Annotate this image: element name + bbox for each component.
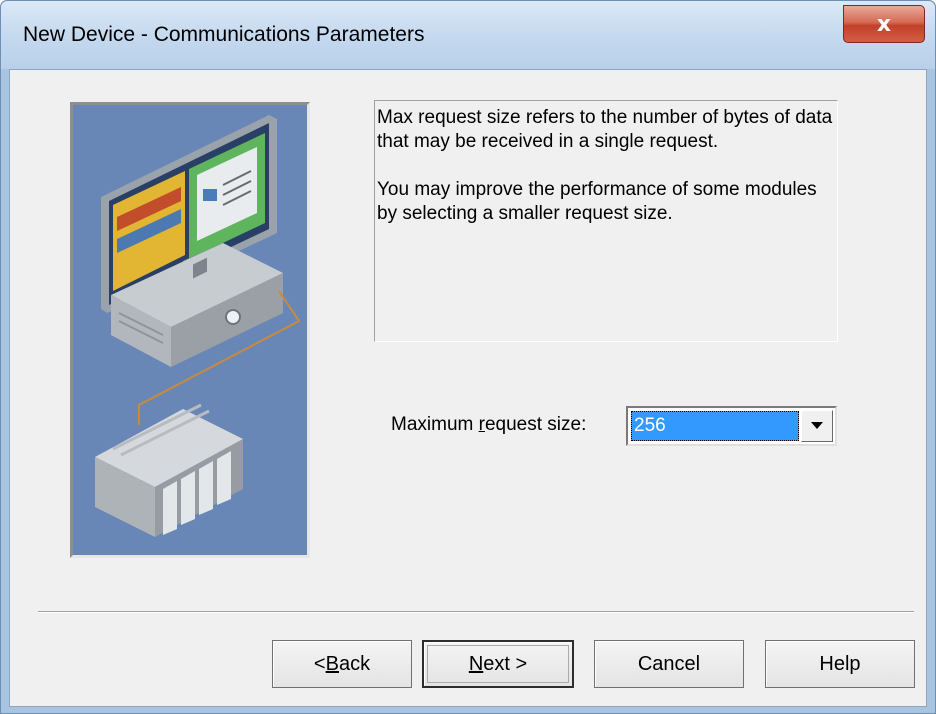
description-paragraph-1: Max request size refers to the number of… [377, 107, 833, 152]
back-button[interactable]: < Back [272, 640, 412, 688]
next-button[interactable]: Next > [422, 640, 574, 688]
separator-line [38, 611, 914, 613]
close-icon: x [876, 11, 892, 37]
chevron-down-icon [811, 422, 823, 429]
window-title: New Device - Communications Parameters [23, 23, 425, 46]
focus-ring [427, 645, 569, 683]
pc-and-plc-illustration [70, 102, 310, 558]
title-bar[interactable]: New Device - Communications Parameters x [1, 1, 935, 69]
max-request-size-label: Maximum request size: [391, 414, 587, 435]
description-box: Max request size refers to the number of… [374, 100, 838, 342]
close-button[interactable]: x [843, 5, 925, 43]
description-paragraph-2: You may improve the performance of some … [377, 179, 817, 224]
max-request-size-dropdown[interactable]: 256 [626, 406, 837, 446]
dialog-body: Max request size refers to the number of… [9, 69, 927, 707]
dialog-window: New Device - Communications Parameters x [0, 0, 936, 714]
max-request-size-value[interactable]: 256 [631, 411, 799, 441]
cancel-button[interactable]: Cancel [594, 640, 744, 688]
dropdown-arrow-button[interactable] [801, 410, 833, 442]
help-button[interactable]: Help [765, 640, 915, 688]
